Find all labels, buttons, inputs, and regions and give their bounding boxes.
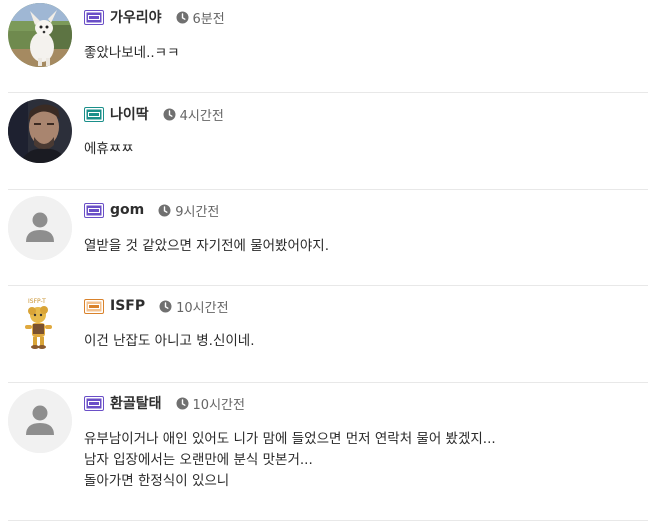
nickname[interactable]: ISFP [110, 298, 145, 314]
comment-item: gom 9시간전 열받을 것 같았으면 자기전에 물어봤어야지. [0, 190, 648, 286]
timestamp: 10시간전 [176, 300, 229, 316]
comment-line: 남자 입장에서는 오랜만에 분식 맛본거... [84, 452, 313, 468]
avatar[interactable] [8, 196, 72, 260]
comment-body: 열받을 것 같았으면 자기전에 물어봤어야지. [84, 236, 329, 257]
default-user-icon [8, 389, 72, 453]
nickname[interactable]: 가우리야 [110, 7, 162, 27]
nickname[interactable]: 나이딱 [110, 104, 149, 124]
comment-meta: ISFP 10시간전 [84, 295, 229, 317]
comment-list: 가우리야 6분전 좋았나보네..ㅋㅋ 나이딱 4시간전 에휴ㅉㅉ gom 9시간… [0, 0, 648, 521]
timestamp: 6분전 [192, 11, 225, 27]
comment-line: 이건 난잡도 아니고 병.신이네. [84, 333, 255, 349]
level-badge-icon [84, 202, 104, 218]
clock-icon [176, 397, 189, 410]
timestamp: 10시간전 [192, 397, 245, 413]
avatar-caption: ISFP-T [28, 298, 46, 305]
comment-body: 유부남이거나 애인 있어도 니가 맘에 들었으면 먼저 연락처 물어 봤겠지..… [84, 429, 496, 492]
comment-meta: 나이딱 4시간전 [84, 103, 224, 125]
comment-item: ISFP-T ISFP 10시간전 이건 난잡도 아니고 병.신이네. [0, 286, 648, 383]
default-user-icon [8, 196, 72, 260]
clock-icon [163, 108, 176, 121]
comment-body: 좋았나보네..ㅋㅋ [84, 43, 180, 64]
nickname[interactable]: gom [110, 202, 144, 218]
avatar[interactable] [8, 99, 72, 163]
comment-meta: 가우리야 6분전 [84, 6, 225, 28]
comment-line: 에휴ㅉㅉ [84, 141, 134, 157]
comment-meta: 환골탈태 10시간전 [84, 392, 245, 414]
comment-body: 이건 난잡도 아니고 병.신이네. [84, 331, 255, 352]
timestamp: 4시간전 [179, 108, 224, 124]
level-badge-icon [84, 106, 104, 122]
comment-item: 환골탈태 10시간전 유부남이거나 애인 있어도 니가 맘에 들었으면 먼저 연… [0, 383, 648, 521]
timestamp: 9시간전 [175, 204, 220, 220]
clock-icon [176, 11, 189, 24]
comment-line: 열받을 것 같았으면 자기전에 물어봤어야지. [84, 238, 330, 254]
comment-line: 좋았나보네..ㅋㅋ [84, 45, 180, 61]
avatar[interactable] [8, 3, 72, 67]
man-portrait-avatar-icon [8, 99, 72, 163]
avatar[interactable] [8, 389, 72, 453]
chihuahua-avatar-icon [8, 3, 72, 67]
level-badge-icon [84, 395, 104, 411]
nickname[interactable]: 환골탈태 [110, 393, 162, 413]
comment-line: 유부남이거나 애인 있어도 니가 맘에 들었으면 먼저 연락처 물어 봤겠지..… [84, 431, 496, 447]
comment-item: 가우리야 6분전 좋았나보네..ㅋㅋ [0, 0, 648, 93]
clock-icon [159, 300, 172, 313]
isfp-character-avatar-icon: ISFP-T [8, 291, 72, 355]
clock-icon [158, 204, 171, 217]
comment-meta: gom 9시간전 [84, 199, 219, 221]
comment-body: 에휴ㅉㅉ [84, 139, 134, 160]
level-badge-icon [84, 298, 104, 314]
avatar[interactable]: ISFP-T [8, 291, 72, 355]
comment-line: 돌아가면 한정식이 있으니 [84, 473, 230, 489]
level-badge-icon [84, 9, 104, 25]
comment-item: 나이딱 4시간전 에휴ㅉㅉ [0, 93, 648, 190]
